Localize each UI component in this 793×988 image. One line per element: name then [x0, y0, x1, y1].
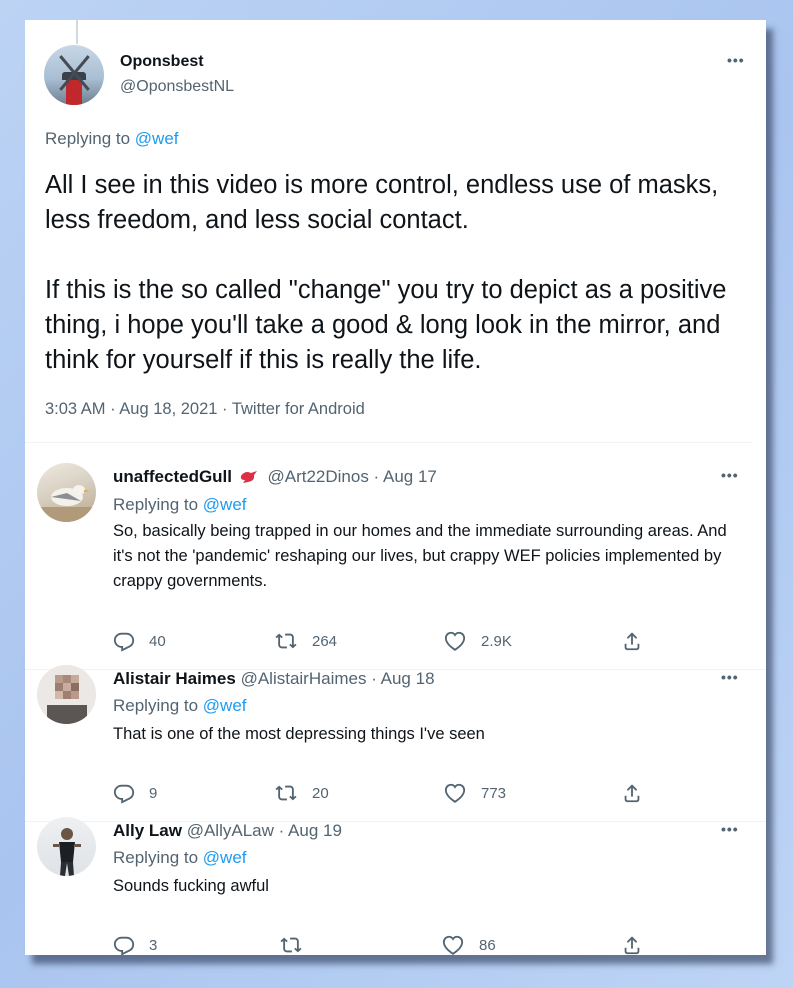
divider	[25, 442, 752, 443]
reply-text: That is one of the most depressing thing…	[113, 725, 485, 743]
reply-count: 9	[149, 784, 158, 802]
retweet-icon	[275, 633, 297, 649]
replying-to: Replying to @wef	[113, 848, 247, 868]
share-icon	[624, 632, 640, 651]
heart-icon	[444, 631, 466, 651]
author-handle-date[interactable]: @Art22Dinos · Aug 17	[267, 467, 436, 486]
more-icon[interactable]: •••	[721, 467, 739, 483]
reply-count: 40	[149, 632, 166, 650]
reply-header: unaffectedGull @Art22Dinos · Aug 17	[113, 467, 437, 487]
like-action[interactable]: 86	[441, 934, 496, 956]
replying-to: Replying to @wef	[45, 129, 179, 149]
more-icon[interactable]: •••	[727, 52, 745, 68]
author-name[interactable]: Ally Law	[113, 821, 182, 840]
reply-header: Ally Law @AllyALaw · Aug 19	[113, 821, 342, 841]
replying-prefix: Replying to	[113, 495, 203, 514]
tweet-text: All I see in this video is more control,…	[45, 171, 727, 374]
replying-to: Replying to @wef	[113, 696, 247, 716]
author-name[interactable]: Alistair Haimes	[113, 669, 236, 688]
replying-to-link[interactable]: @wef	[135, 129, 179, 148]
author-handle[interactable]: @OponsbestNL	[120, 78, 234, 96]
retweet-count: 264	[312, 632, 338, 650]
retweet-action[interactable]: 264	[274, 630, 337, 652]
reply-text: So, basically being trapped in our homes…	[113, 522, 727, 590]
more-icon[interactable]: •••	[721, 669, 739, 685]
pixelated-photo	[37, 665, 96, 724]
reply-action[interactable]: 40	[113, 630, 166, 652]
author-handle-date[interactable]: @AlistairHaimes · Aug 18	[241, 669, 435, 688]
red-bird-emoji	[239, 469, 259, 483]
like-count: 773	[481, 784, 507, 802]
replying-prefix: Replying to	[45, 129, 135, 148]
reply-icon	[113, 632, 135, 652]
like-count: 86	[479, 936, 496, 954]
share-action[interactable]	[621, 782, 657, 804]
gull-image	[37, 485, 96, 522]
replying-to-link[interactable]: @wef	[203, 848, 247, 867]
person-photo	[53, 828, 81, 876]
avatar[interactable]	[37, 665, 96, 724]
replying-prefix: Replying to	[113, 696, 203, 715]
reply-icon	[113, 784, 135, 804]
tweet-meta: 3:03 AM · Aug 18, 2021 · Twitter for And…	[45, 400, 365, 418]
replying-to-link[interactable]: @wef	[203, 495, 247, 514]
retweet-icon	[280, 937, 302, 953]
reply-count: 3	[149, 936, 158, 954]
heart-icon	[444, 783, 466, 803]
heart-icon	[442, 935, 464, 955]
retweet-action[interactable]: 20	[274, 782, 329, 804]
reply-action[interactable]: 3	[113, 934, 157, 956]
retweet-action[interactable]	[279, 934, 317, 956]
reply-icon	[113, 936, 135, 956]
avatar[interactable]	[44, 45, 104, 105]
author-handle-date[interactable]: @AllyALaw · Aug 19	[187, 821, 342, 840]
author-name[interactable]: Oponsbest	[120, 53, 204, 71]
thread-line	[76, 20, 78, 44]
replying-to: Replying to @wef	[113, 495, 247, 515]
retweet-count: 20	[312, 784, 329, 802]
reply-action[interactable]: 9	[113, 782, 157, 804]
like-action[interactable]: 2.9K	[443, 630, 512, 652]
share-action[interactable]	[621, 630, 657, 652]
tweet-card: Oponsbest @OponsbestNL ••• Replying to @…	[25, 20, 766, 956]
more-icon[interactable]: •••	[721, 821, 739, 837]
replying-prefix: Replying to	[113, 848, 203, 867]
share-icon	[624, 784, 640, 803]
avatar[interactable]	[37, 817, 96, 876]
avatar[interactable]	[37, 463, 96, 522]
like-action[interactable]: 773	[443, 782, 506, 804]
retweet-icon	[275, 785, 297, 801]
replying-to-link[interactable]: @wef	[203, 696, 247, 715]
reply-text: Sounds fucking awful	[113, 877, 269, 895]
reply-header: Alistair Haimes @AlistairHaimes · Aug 18	[113, 669, 435, 689]
author-name[interactable]: unaffectedGull	[113, 467, 232, 486]
share-action[interactable]	[621, 934, 657, 956]
like-count: 2.9K	[481, 632, 512, 650]
share-icon	[624, 936, 640, 955]
